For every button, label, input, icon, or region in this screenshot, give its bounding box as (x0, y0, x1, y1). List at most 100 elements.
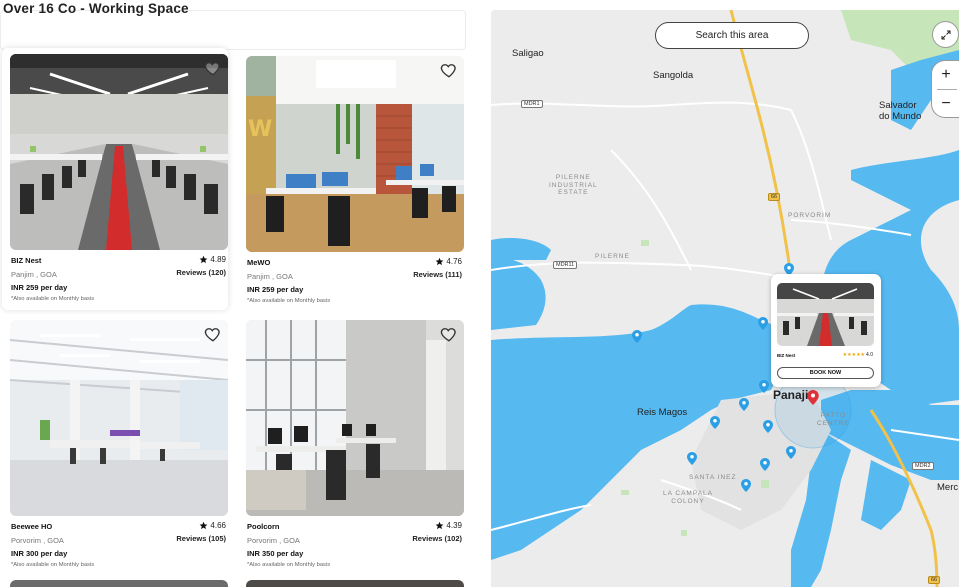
map-pin-icon (741, 479, 751, 492)
space-rating: 4.39 (435, 521, 462, 530)
map-label-la-campala: LA CAMPALA COLONY (663, 490, 713, 505)
space-card-biz-nest[interactable]: BIZ Nest 4.89 Panjim , GOA Reviews (120)… (2, 48, 228, 310)
space-reviews[interactable]: Reviews (111) (413, 270, 462, 279)
popup-photo[interactable] (777, 283, 874, 346)
map-listing-popup[interactable]: BIZ Nest ★★★★★ 4.0 BOOK NOW (771, 274, 881, 387)
map-pin[interactable] (760, 458, 770, 471)
map-label-patto-centre: PATTO CENTRE (817, 412, 850, 427)
map-label-santa-inez: SANTA INEZ (689, 474, 737, 481)
map-label-reis-magos: Reis Magos (637, 407, 688, 418)
map-label-pilerne: PILERNE (595, 253, 630, 260)
star-icon (200, 521, 208, 530)
map-view[interactable]: Saligao Sangolda Salvador do Mundo PILER… (491, 10, 959, 587)
monthly-note: *Also available on Monthly basis (247, 298, 331, 304)
space-price: INR 350 per day (247, 549, 304, 558)
space-location: Porvorim , GOA (11, 536, 64, 545)
map-pin[interactable] (741, 479, 751, 492)
space-name[interactable]: BIZ Nest (11, 256, 41, 265)
map-pin[interactable] (739, 398, 749, 411)
map-pin-icon (739, 398, 749, 411)
space-price: INR 300 per day (11, 549, 68, 558)
space-price: INR 259 per day (247, 285, 304, 294)
map-pin-icon (710, 416, 720, 429)
map-pin-icon (763, 420, 773, 433)
space-photo[interactable] (246, 320, 464, 516)
popup-rating: ★★★★★ 4.0 (843, 352, 873, 358)
space-photo[interactable]: W (246, 56, 464, 252)
space-location: Porvorim , GOA (247, 536, 300, 545)
monthly-note: *Also available on Monthly basis (11, 296, 95, 302)
map-pin-icon (687, 452, 697, 465)
rating-value: 4.39 (446, 521, 462, 530)
space-name[interactable]: Beewee HO (11, 522, 52, 531)
next-card-preview[interactable] (10, 580, 228, 587)
zoom-out-button[interactable]: − (932, 90, 959, 118)
star-icon: ★★★★★ (842, 352, 866, 358)
map-pin-icon (786, 446, 796, 459)
road-tag-nh66: 66 (768, 193, 781, 201)
favorite-heart-icon[interactable] (204, 59, 222, 77)
road-tag-nh66: 66 (928, 576, 941, 584)
map-label-salvador: Salvador do Mundo (879, 100, 922, 122)
map-pin[interactable] (763, 420, 773, 433)
zoom-in-button[interactable]: + (932, 61, 959, 89)
space-name[interactable]: MeWO (247, 258, 270, 267)
selected-map-pin[interactable] (807, 390, 819, 405)
space-rating: 4.66 (199, 521, 226, 530)
map-pin-icon (759, 380, 769, 393)
space-rating: 4.76 (435, 257, 462, 266)
map-pin-icon (760, 458, 770, 471)
space-reviews[interactable]: Reviews (102) (412, 534, 462, 543)
rating-value: 4.89 (210, 255, 226, 264)
favorite-heart-icon[interactable] (440, 325, 458, 343)
space-name[interactable]: Poolcorn (247, 522, 280, 531)
page-title: Over 16 Co - Working Space (3, 1, 189, 16)
map-pin[interactable] (710, 416, 720, 429)
expand-icon (941, 30, 950, 39)
map-pin[interactable] (687, 452, 697, 465)
popup-space-name[interactable]: BIZ Nest (777, 353, 795, 358)
next-card-preview[interactable] (246, 580, 464, 587)
road-tag-mdr1: MDR1 (521, 100, 543, 108)
space-card-beewee-ho[interactable]: Beewee HO 4.66 Porvorim , GOA Reviews (1… (2, 314, 228, 576)
map-label-porvorim: PORVORIM (788, 212, 832, 219)
map-label-pilerne-estate: PILERNE INDUSTRIAL ESTATE (549, 174, 598, 196)
favorite-heart-icon[interactable] (204, 325, 222, 343)
space-photo[interactable] (10, 320, 228, 516)
space-card-mewo[interactable]: W MeWO 4.76 Panjim , GOA Reviews (111) I… (238, 50, 464, 312)
star-icon (436, 521, 444, 530)
map-pin[interactable] (632, 330, 642, 343)
rating-value: 4.66 (210, 521, 226, 530)
map-label-saligao: Saligao (512, 48, 544, 59)
space-card-poolcorn[interactable]: Poolcorn 4.39 Porvorim , GOA Reviews (10… (238, 314, 464, 576)
space-reviews[interactable]: Reviews (120) (176, 268, 226, 277)
space-photo[interactable] (10, 54, 228, 250)
map-pin-icon (807, 390, 819, 405)
listing-panel: Over 16 Co - Working Space BIZ Nest 4.89… (0, 0, 475, 587)
rating-value: 4.76 (446, 257, 462, 266)
space-location: Panjim , GOA (247, 272, 293, 281)
monthly-note: *Also available on Monthly basis (247, 562, 331, 568)
map-label-merc: Merc (937, 482, 959, 493)
space-rating: 4.89 (199, 255, 226, 264)
search-this-area-button[interactable]: Search this area (655, 22, 809, 49)
map-pin-icon (632, 330, 642, 343)
popup-rating-value: 4.0 (866, 352, 873, 358)
map-pin[interactable] (758, 317, 768, 330)
map-label-sangolda: Sangolda (653, 70, 694, 81)
svg-text:W: W (248, 117, 272, 142)
star-icon (436, 257, 444, 266)
map-pin[interactable] (759, 380, 769, 393)
favorite-heart-icon[interactable] (440, 61, 458, 79)
fullscreen-button[interactable] (932, 21, 959, 48)
book-now-button[interactable]: BOOK NOW (777, 367, 874, 379)
map-pin[interactable] (786, 446, 796, 459)
zoom-controls: + − (931, 60, 959, 118)
space-reviews[interactable]: Reviews (105) (176, 534, 226, 543)
map-canvas[interactable] (491, 10, 959, 587)
monthly-note: *Also available on Monthly basis (11, 562, 95, 568)
space-price: INR 259 per day (11, 283, 68, 292)
map-pin-icon (758, 317, 768, 330)
star-icon (200, 255, 208, 264)
road-tag-mdr11: MDR11 (553, 261, 578, 269)
